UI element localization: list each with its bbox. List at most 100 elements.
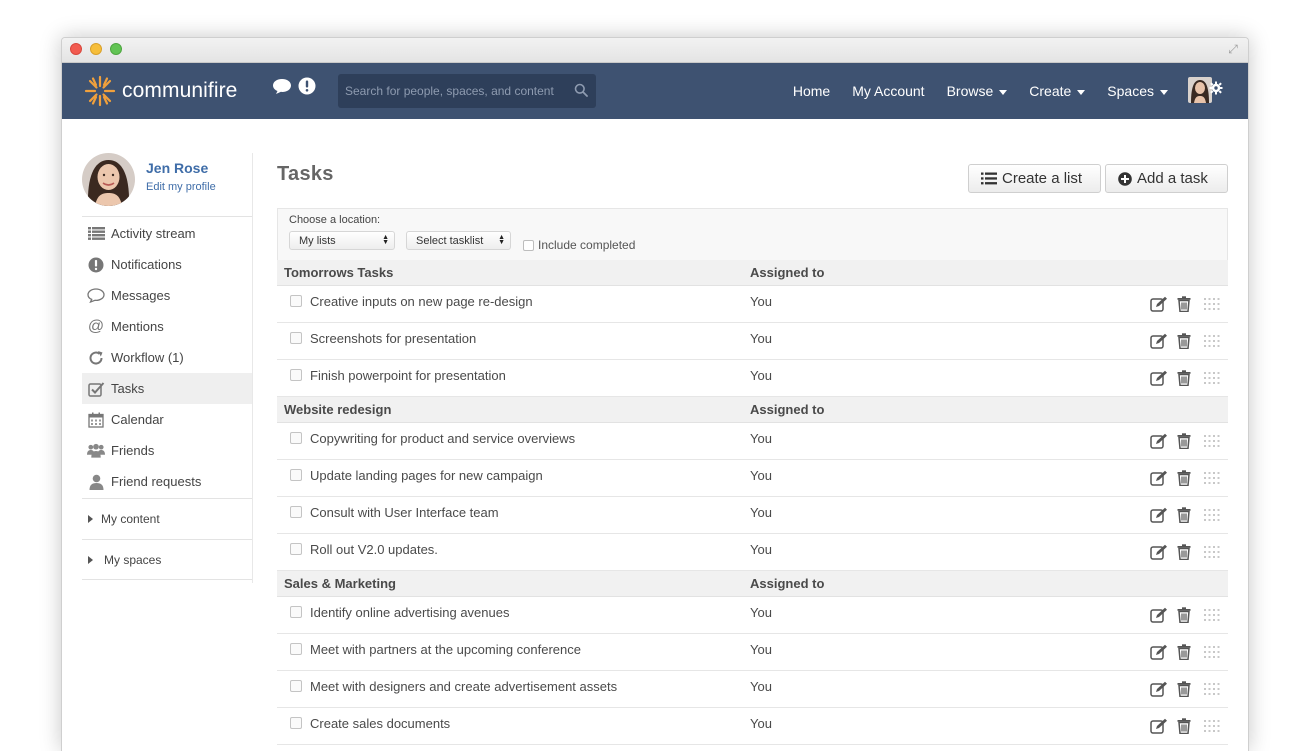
trash-icon[interactable] bbox=[1177, 370, 1191, 389]
profile-avatar[interactable] bbox=[82, 153, 135, 206]
edit-icon[interactable] bbox=[1150, 544, 1168, 563]
task-checkbox[interactable] bbox=[290, 506, 302, 518]
trash-icon[interactable] bbox=[1177, 644, 1191, 663]
search-box[interactable] bbox=[338, 74, 596, 108]
tasklist-select[interactable]: Select tasklist ▲ ▼ bbox=[406, 231, 511, 250]
window-titlebar: ⤢ bbox=[62, 38, 1248, 63]
trash-icon[interactable] bbox=[1177, 544, 1191, 563]
task-title[interactable]: Screenshots for presentation bbox=[310, 331, 476, 346]
task-title[interactable]: Roll out V2.0 updates. bbox=[310, 542, 438, 557]
task-title[interactable]: Finish powerpoint for presentation bbox=[310, 368, 506, 383]
edit-icon[interactable] bbox=[1150, 470, 1168, 489]
search-icon[interactable] bbox=[574, 83, 588, 102]
sidebar-item-messages[interactable]: Messages bbox=[82, 280, 253, 311]
caret-down-icon bbox=[1160, 89, 1168, 95]
task-list: Tomorrows Tasks Assigned to Creative inp… bbox=[277, 260, 1228, 745]
task-title[interactable]: Identify online advertising avenues bbox=[310, 605, 509, 620]
gear-icon[interactable] bbox=[1209, 81, 1223, 100]
alert-icon[interactable] bbox=[298, 77, 316, 100]
task-title[interactable]: Copywriting for product and service over… bbox=[310, 431, 575, 446]
trash-icon[interactable] bbox=[1177, 718, 1191, 737]
task-checkbox[interactable] bbox=[290, 369, 302, 381]
sidebar-item-calendar[interactable]: Calendar bbox=[82, 404, 253, 435]
zoom-window-button[interactable] bbox=[110, 43, 122, 55]
drag-handle-icon[interactable] bbox=[1204, 372, 1220, 387]
task-checkbox[interactable] bbox=[290, 543, 302, 555]
sidebar-group-my-spaces[interactable]: My spaces bbox=[82, 539, 253, 580]
task-title[interactable]: Meet with designers and create advertise… bbox=[310, 679, 617, 694]
sidebar-item-friends[interactable]: Friends bbox=[82, 435, 253, 466]
sidebar-item-activity-stream[interactable]: Activity stream bbox=[82, 218, 253, 249]
drag-handle-icon[interactable] bbox=[1204, 335, 1220, 350]
trash-icon[interactable] bbox=[1177, 607, 1191, 626]
drag-handle-icon[interactable] bbox=[1204, 609, 1220, 624]
sidebar-item-mentions[interactable]: @ Mentions bbox=[82, 311, 253, 342]
drag-handle-icon[interactable] bbox=[1204, 472, 1220, 487]
trash-icon[interactable] bbox=[1177, 681, 1191, 700]
trash-icon[interactable] bbox=[1177, 296, 1191, 315]
edit-profile-link[interactable]: Edit my profile bbox=[146, 181, 216, 193]
task-checkbox[interactable] bbox=[290, 680, 302, 692]
drag-handle-icon[interactable] bbox=[1204, 298, 1220, 313]
drag-handle-icon[interactable] bbox=[1204, 546, 1220, 561]
list-icon bbox=[981, 172, 997, 185]
task-checkbox[interactable] bbox=[290, 643, 302, 655]
edit-icon[interactable] bbox=[1150, 333, 1168, 352]
drag-handle-icon[interactable] bbox=[1204, 435, 1220, 450]
edit-icon[interactable] bbox=[1150, 507, 1168, 526]
minimize-window-button[interactable] bbox=[90, 43, 102, 55]
edit-icon[interactable] bbox=[1150, 718, 1168, 737]
create-list-button[interactable]: Create a list bbox=[968, 164, 1101, 193]
task-group-header: Tomorrows Tasks Assigned to bbox=[277, 260, 1228, 286]
profile-name[interactable]: Jen Rose bbox=[146, 160, 208, 176]
include-completed-checkbox[interactable]: Include completed bbox=[523, 238, 635, 252]
task-assignee: You bbox=[750, 642, 772, 657]
nav-browse[interactable]: Browse bbox=[947, 83, 1008, 99]
drag-handle-icon[interactable] bbox=[1204, 720, 1220, 735]
edit-icon[interactable] bbox=[1150, 644, 1168, 663]
trash-icon[interactable] bbox=[1177, 470, 1191, 489]
task-checkbox[interactable] bbox=[290, 432, 302, 444]
sidebar-item-notifications[interactable]: Notifications bbox=[82, 249, 253, 280]
sidebar-item-workflow[interactable]: Workflow (1) bbox=[82, 342, 253, 373]
triangle-right-icon bbox=[88, 555, 93, 564]
checkbox[interactable] bbox=[523, 239, 534, 251]
edit-icon[interactable] bbox=[1150, 370, 1168, 389]
edit-icon[interactable] bbox=[1150, 296, 1168, 315]
task-checkbox[interactable] bbox=[290, 295, 302, 307]
trash-icon[interactable] bbox=[1177, 333, 1191, 352]
task-title[interactable]: Meet with partners at the upcoming confe… bbox=[310, 642, 581, 657]
checkbox-icon bbox=[87, 381, 105, 397]
task-checkbox[interactable] bbox=[290, 332, 302, 344]
task-title[interactable]: Creative inputs on new page re-design bbox=[310, 294, 533, 309]
drag-handle-icon[interactable] bbox=[1204, 683, 1220, 698]
task-title[interactable]: Create sales documents bbox=[310, 716, 450, 731]
task-row: Copywriting for product and service over… bbox=[277, 423, 1228, 460]
drag-handle-icon[interactable] bbox=[1204, 646, 1220, 661]
sidebar-item-tasks[interactable]: Tasks bbox=[82, 373, 253, 404]
close-window-button[interactable] bbox=[70, 43, 82, 55]
nav-my-account[interactable]: My Account bbox=[852, 83, 924, 99]
task-checkbox[interactable] bbox=[290, 606, 302, 618]
task-title[interactable]: Consult with User Interface team bbox=[310, 505, 499, 520]
edit-icon[interactable] bbox=[1150, 681, 1168, 700]
list-select[interactable]: My lists ▲ ▼ bbox=[289, 231, 395, 250]
trash-icon[interactable] bbox=[1177, 433, 1191, 452]
nav-create[interactable]: Create bbox=[1029, 83, 1086, 99]
search-input[interactable] bbox=[338, 74, 566, 108]
add-task-button[interactable]: Add a task bbox=[1105, 164, 1228, 193]
task-checkbox[interactable] bbox=[290, 469, 302, 481]
edit-icon[interactable] bbox=[1150, 433, 1168, 452]
messages-bubble-icon[interactable] bbox=[272, 78, 292, 100]
trash-icon[interactable] bbox=[1177, 507, 1191, 526]
nav-spaces[interactable]: Spaces bbox=[1107, 83, 1168, 99]
communifire-logo[interactable]: communifire bbox=[82, 73, 237, 109]
sidebar-item-friend-requests[interactable]: Friend requests bbox=[82, 466, 253, 497]
task-checkbox[interactable] bbox=[290, 717, 302, 729]
sidebar-group-my-content[interactable]: My content bbox=[82, 498, 253, 539]
edit-icon[interactable] bbox=[1150, 607, 1168, 626]
drag-handle-icon[interactable] bbox=[1204, 509, 1220, 524]
nav-home[interactable]: Home bbox=[793, 83, 830, 99]
task-title[interactable]: Update landing pages for new campaign bbox=[310, 468, 543, 483]
fullscreen-icon[interactable]: ⤢ bbox=[1226, 42, 1240, 56]
